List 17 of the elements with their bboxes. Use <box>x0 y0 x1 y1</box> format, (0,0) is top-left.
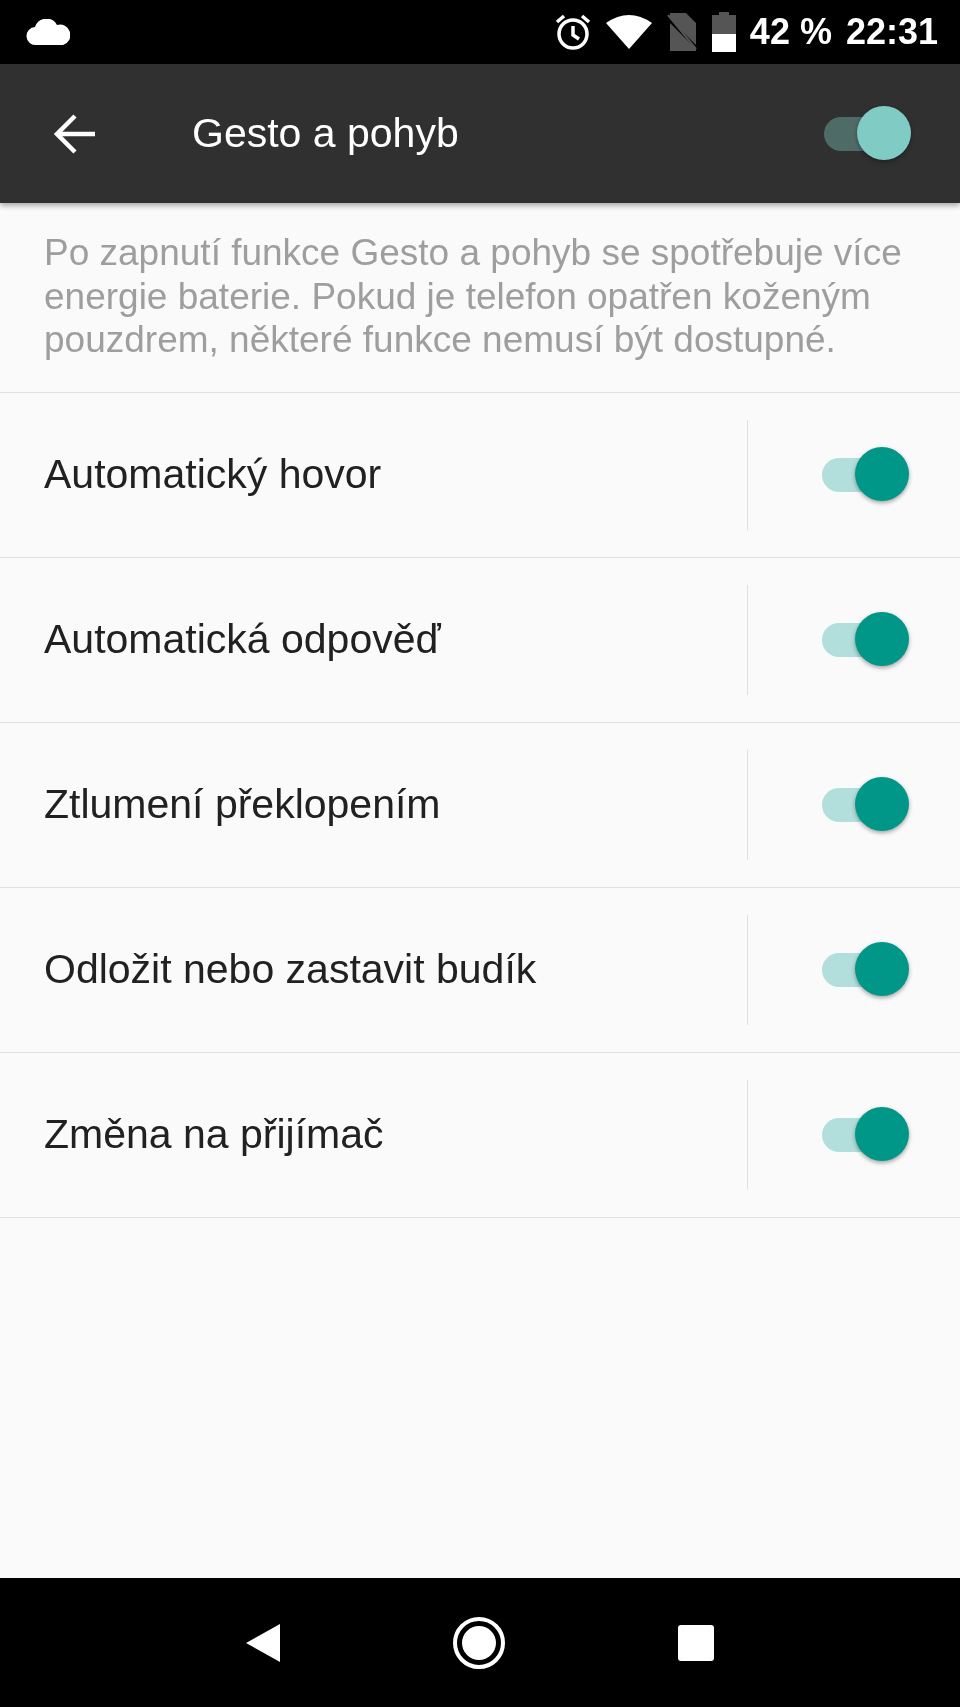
setting-label: Automatický hovor <box>44 451 383 498</box>
alarm-icon <box>553 13 592 51</box>
battery-percentage: 42 % <box>749 11 832 53</box>
setting-label: Změna na přijímač <box>44 1111 385 1158</box>
home-nav-button[interactable] <box>452 1615 506 1670</box>
wifi-icon <box>605 15 652 49</box>
setting-label: Odložit nebo zastavit budík <box>44 946 538 993</box>
recents-nav-button[interactable] <box>678 1624 714 1661</box>
description-text: Po zapnutí funkce Gesto a pohyb se spotřebuje více energie baterie. Pokud je telefon opatřen koženým pouzdrem, některé funkce nemusí být dostupné. <box>0 203 960 393</box>
page-title: Gesto a pohyb <box>192 110 459 157</box>
battery-icon <box>711 12 736 52</box>
cloud-icon <box>26 19 70 45</box>
setting-label: Ztlumení překlopením <box>44 781 442 828</box>
setting-label: Automatická odpověď <box>44 616 442 663</box>
back-nav-button[interactable] <box>246 1623 280 1662</box>
clock-time: 22:31 <box>845 11 938 53</box>
no-sim-icon <box>665 13 698 51</box>
